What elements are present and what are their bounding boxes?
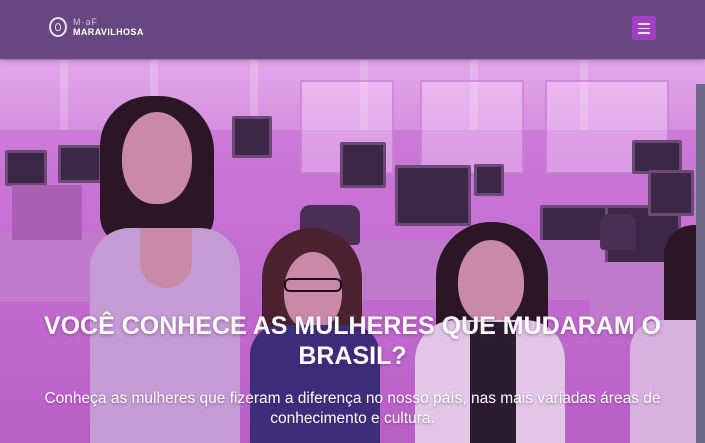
hero-background-image xyxy=(0,0,705,443)
hero-title: VOCÊ CONHECE AS MULHERES QUE MUDARAM O B… xyxy=(43,312,662,370)
side-panel-edge xyxy=(696,84,705,443)
hamburger-menu-button[interactable] xyxy=(632,16,656,40)
hamburger-menu-icon xyxy=(638,23,650,25)
hero-subtitle: Conheça as mulheres que fizeram a difere… xyxy=(44,390,661,427)
brand-line-1: M·ǝF xyxy=(73,17,98,27)
top-navbar: M·ǝF MARAVILHOSA xyxy=(0,0,705,59)
woman-face-logo-icon xyxy=(49,17,67,37)
brand-name: MARAVILHOSA xyxy=(73,27,144,37)
